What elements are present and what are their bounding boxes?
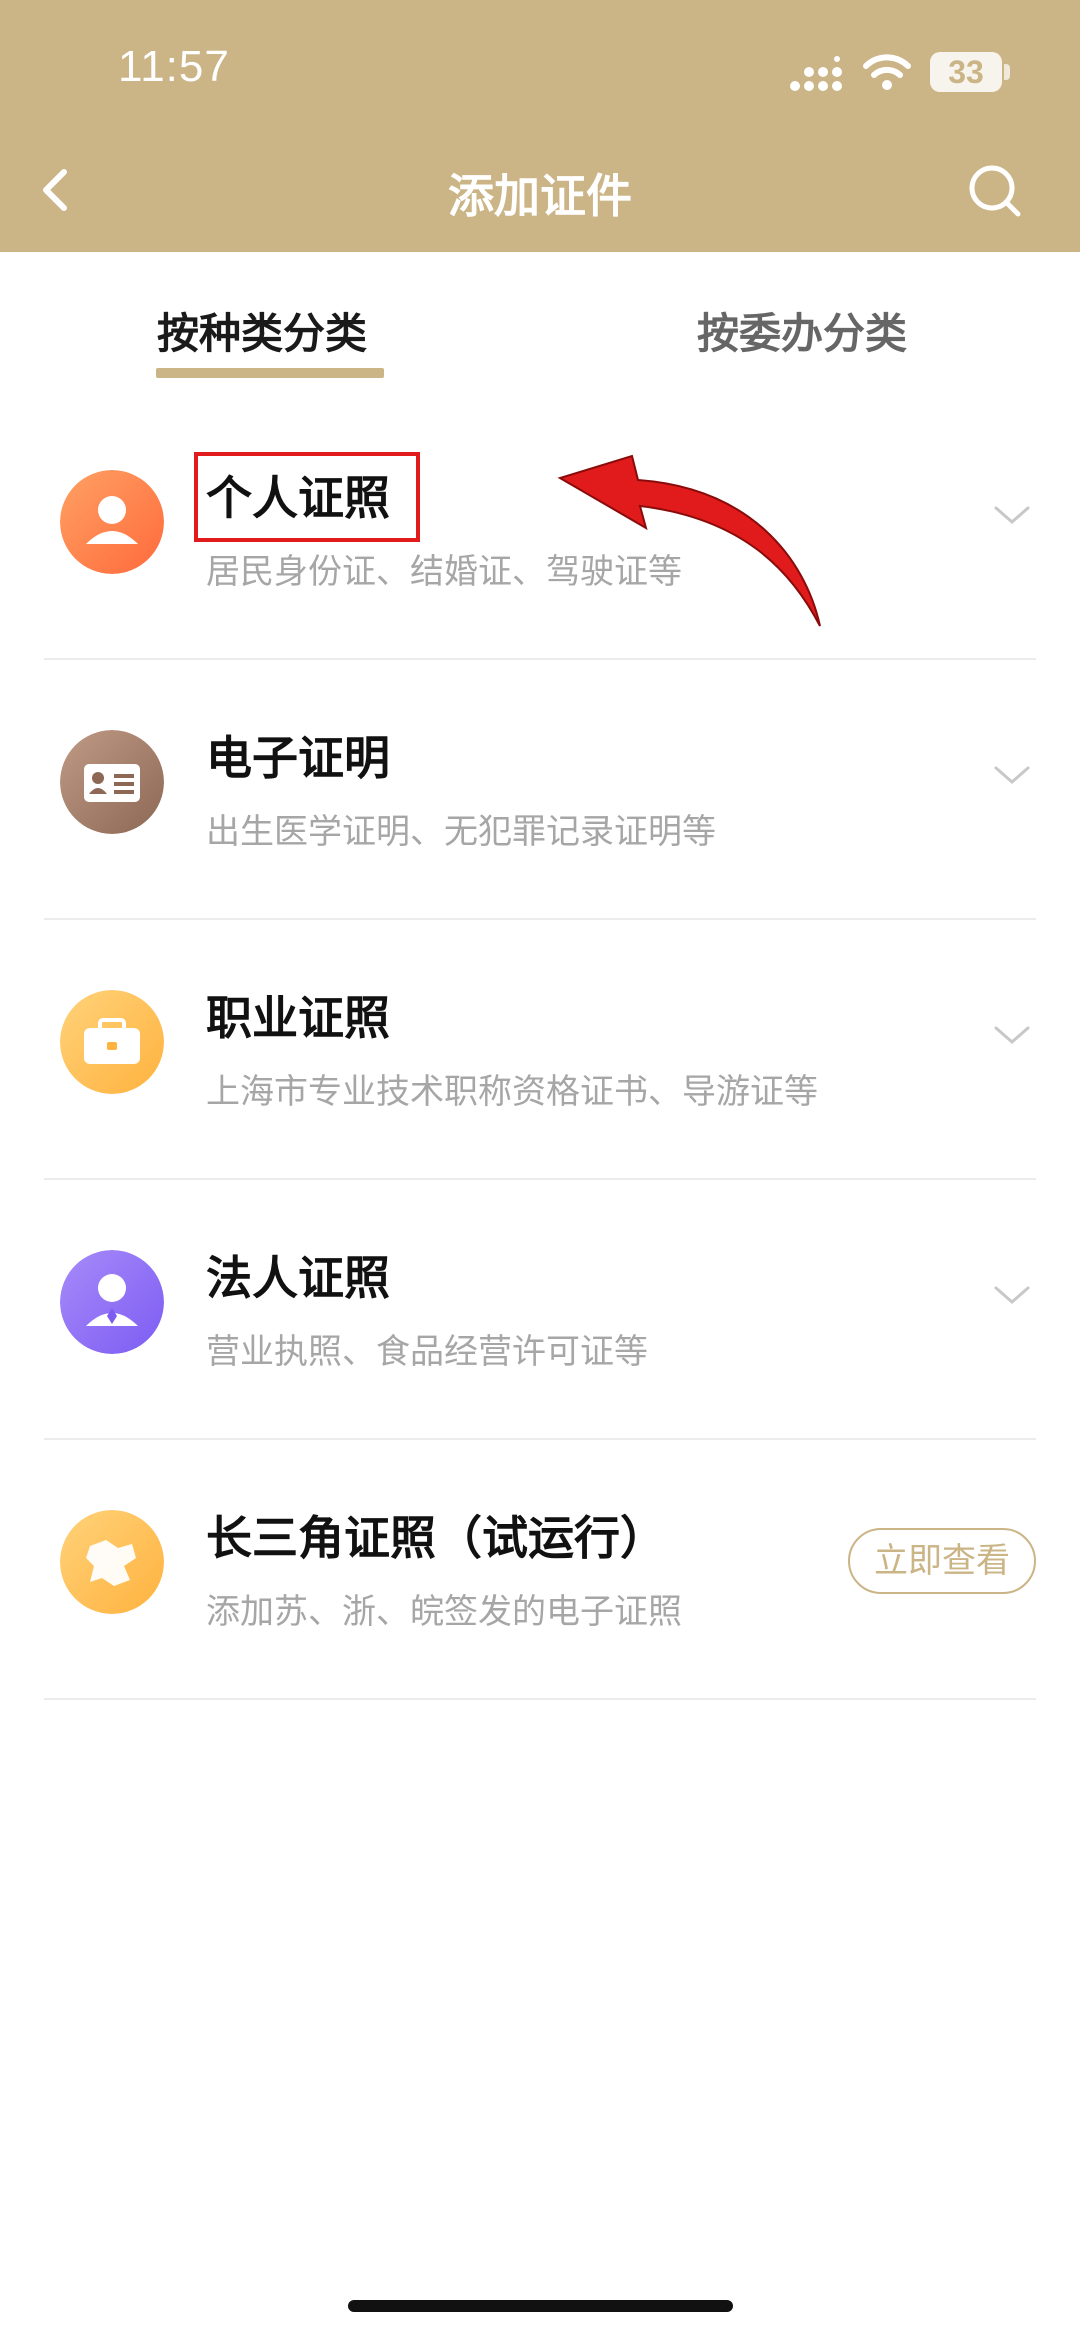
header: 11:57 33 添加证件 (0, 0, 1080, 252)
cellular-signal-icon (790, 56, 842, 91)
tab-by-department[interactable]: 按委办分类 (697, 300, 907, 361)
id-card-icon (60, 730, 164, 834)
add-certificate-screen: 11:57 33 添加证件 按种类分类 按委办分类 个人证照 居民身份证、结婚证… (0, 0, 1080, 2337)
item-title: 法人证照 (206, 1251, 390, 1305)
list-item-electronic-proofs[interactable]: 电子证明 出生医学证明、无犯罪记录证明等 (44, 660, 1036, 920)
wifi-icon (863, 54, 911, 90)
list-item-legal-entity-certificates[interactable]: 法人证照 营业执照、食品经营许可证等 (44, 1180, 1036, 1440)
item-subtitle: 添加苏、浙、皖签发的电子证照 (206, 1592, 682, 1632)
search-icon[interactable] (964, 160, 1026, 222)
page-title: 添加证件 (448, 169, 632, 223)
item-title: 职业证照 (206, 991, 390, 1045)
chevron-down-icon[interactable] (992, 500, 1032, 530)
category-tabs: 按种类分类 按委办分类 (0, 252, 1080, 412)
person-icon (60, 470, 164, 574)
list-item-yangtze-delta-certificates[interactable]: 长三角证照（试运行） 添加苏、浙、皖签发的电子证照 立即查看 (44, 1440, 1036, 1700)
battery-tip (1004, 64, 1010, 80)
item-subtitle: 营业执照、食品经营许可证等 (206, 1332, 648, 1372)
battery-indicator: 33 (930, 52, 1002, 92)
item-title: 电子证明 (206, 731, 390, 785)
status-time: 11:57 (118, 42, 230, 91)
chevron-down-icon[interactable] (992, 760, 1032, 790)
item-title: 长三角证照（试运行） (206, 1511, 666, 1565)
item-subtitle: 上海市专业技术职称资格证书、导游证等 (206, 1072, 818, 1112)
list-item-personal-certificates[interactable]: 个人证照 居民身份证、结婚证、驾驶证等 (44, 400, 1036, 660)
list-item-professional-certificates[interactable]: 职业证照 上海市专业技术职称资格证书、导游证等 (44, 920, 1036, 1180)
tab-by-type[interactable]: 按种类分类 (157, 300, 367, 361)
view-now-button[interactable]: 立即查看 (848, 1528, 1036, 1594)
region-map-icon (60, 1510, 164, 1614)
home-indicator (348, 2300, 733, 2312)
item-subtitle: 出生医学证明、无犯罪记录证明等 (206, 812, 716, 852)
briefcase-icon (60, 990, 164, 1094)
annotation-arrow-icon (557, 454, 821, 627)
annotation-highlight-box (194, 452, 420, 542)
business-person-icon (60, 1250, 164, 1354)
chevron-down-icon[interactable] (992, 1020, 1032, 1050)
chevron-down-icon[interactable] (992, 1280, 1032, 1310)
active-tab-indicator (156, 368, 384, 378)
